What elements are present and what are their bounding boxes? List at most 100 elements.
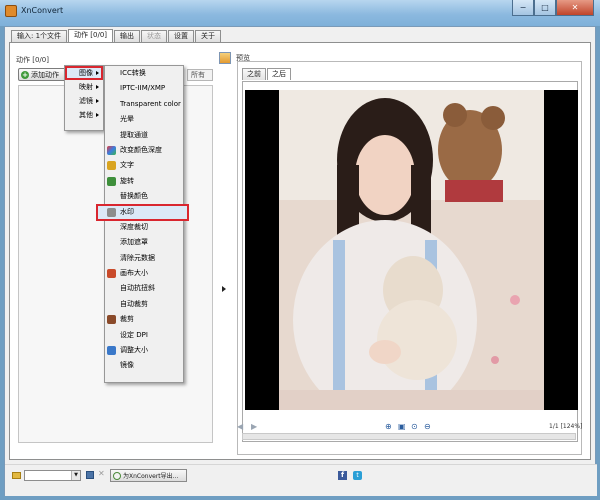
submenu-item[interactable]: 镜像 bbox=[105, 358, 183, 373]
submenu-item[interactable]: 添加遮罩 bbox=[105, 235, 183, 250]
submenu-item[interactable]: 文字 bbox=[105, 158, 183, 173]
menu-item-filter[interactable]: 滤镜 bbox=[65, 94, 103, 108]
submenu-item-label: 自动抗扭斜 bbox=[120, 284, 155, 293]
export-button[interactable]: 为XnConvert导出... bbox=[110, 469, 187, 482]
submenu-item[interactable]: 替换颜色 bbox=[105, 189, 183, 204]
submenu-item-label: Transparent color bbox=[120, 99, 181, 108]
menu-item-label: 滤镜 bbox=[79, 97, 93, 105]
preview-tabs: 之前 之后 bbox=[242, 68, 292, 80]
submenu-arrow-icon bbox=[96, 71, 99, 75]
zoom-in-icon[interactable]: ⊕ bbox=[385, 422, 392, 431]
app-icon bbox=[5, 5, 17, 17]
tab-before[interactable]: 之前 bbox=[242, 68, 266, 80]
add-action-button[interactable]: + 添加动作 bbox=[18, 68, 70, 81]
add-action-menu: 图像 映射 滤镜 其他 bbox=[64, 65, 104, 131]
watermark-icon bbox=[107, 207, 116, 217]
menu-item-label: 图像 bbox=[79, 69, 93, 77]
tab-after[interactable]: 之后 bbox=[267, 68, 291, 80]
maximize-icon: □ bbox=[541, 3, 549, 12]
maximize-button[interactable]: □ bbox=[534, 0, 556, 16]
facebook-icon[interactable]: f bbox=[338, 471, 347, 480]
submenu-item-label: 调整大小 bbox=[120, 346, 148, 355]
crop-icon bbox=[107, 315, 116, 325]
text-icon bbox=[107, 161, 116, 171]
tab-output[interactable]: 输出 bbox=[114, 30, 140, 42]
submenu-item[interactable]: 提取通道 bbox=[105, 128, 183, 143]
submenu-item-label: ICC转换 bbox=[120, 69, 146, 77]
submenu-item-label: 旋转 bbox=[120, 176, 134, 185]
close-icon: ✕ bbox=[571, 3, 579, 12]
submenu-item[interactable]: 深度裁切 bbox=[105, 220, 183, 235]
submenu-item[interactable]: ICC转换 bbox=[105, 66, 183, 81]
submenu-item-label: 添加遮罩 bbox=[120, 238, 148, 247]
submenu-item[interactable]: 裁剪 bbox=[105, 312, 183, 327]
preview-toggle-icon[interactable] bbox=[219, 52, 231, 64]
preview-image bbox=[245, 90, 578, 420]
minimize-button[interactable]: − bbox=[512, 0, 534, 16]
submenu-item[interactable]: 设定 DPI bbox=[105, 328, 183, 343]
submenu-item-label: 光晕 bbox=[120, 115, 134, 124]
submenu-item[interactable]: 清除元数据 bbox=[105, 251, 183, 266]
window-controls: − □ ✕ bbox=[512, 0, 594, 16]
submenu-item-label: 裁剪 bbox=[120, 315, 134, 324]
previous-icon[interactable]: ◀ bbox=[237, 422, 243, 431]
actions-section-label: 动作 [0/0] bbox=[16, 56, 49, 64]
submenu-item-label: 设定 DPI bbox=[120, 330, 148, 339]
twitter-icon[interactable]: t bbox=[353, 471, 362, 480]
submenu-item[interactable]: 调整大小 bbox=[105, 343, 183, 358]
save-preset-icon[interactable] bbox=[86, 471, 94, 479]
submenu-item-label: 改变颜色深度 bbox=[120, 145, 162, 154]
add-icon: + bbox=[21, 70, 29, 79]
submenu-item[interactable]: 改变颜色深度 bbox=[105, 143, 183, 158]
preview-scrollbar[interactable] bbox=[242, 433, 576, 440]
zoom-out-icon[interactable]: ⊖ bbox=[424, 422, 431, 431]
preset-select[interactable]: ▼ bbox=[24, 470, 81, 481]
submenu-arrow-icon bbox=[96, 113, 99, 117]
submenu-item[interactable]: 光晕 bbox=[105, 112, 183, 127]
title-bar: XnConvert − □ ✕ bbox=[0, 0, 600, 26]
rotate-icon bbox=[107, 176, 116, 186]
submenu-item-label: 自动裁剪 bbox=[120, 299, 148, 308]
bottom-bar bbox=[5, 464, 597, 496]
submenu-item[interactable]: IPTC-IIM/XMP bbox=[105, 81, 183, 96]
resize-icon bbox=[107, 346, 116, 356]
window-title: XnConvert bbox=[21, 6, 64, 15]
fit-to-window-icon[interactable]: ▣ bbox=[398, 422, 406, 431]
close-button[interactable]: ✕ bbox=[556, 0, 594, 16]
submenu-item[interactable]: 自动抗扭斜 bbox=[105, 281, 183, 296]
tab-status[interactable]: 状态 bbox=[141, 30, 167, 42]
next-icon[interactable]: ▶ bbox=[251, 422, 257, 431]
submenu-item-label: 镜像 bbox=[120, 361, 134, 370]
submenu-item-label: 替换颜色 bbox=[120, 192, 148, 201]
minimize-icon: − bbox=[519, 3, 527, 12]
splitter-arrow-icon[interactable] bbox=[222, 286, 226, 292]
tab-about[interactable]: 关于 bbox=[195, 30, 221, 42]
submenu-item[interactable]: 旋转 bbox=[105, 174, 183, 189]
zoom-actual-icon[interactable]: ⊙ bbox=[411, 422, 418, 431]
submenu-item[interactable]: 水印 bbox=[96, 203, 189, 221]
add-action-label: 添加动作 bbox=[31, 70, 59, 79]
photo-illustration bbox=[279, 90, 544, 420]
clear-all-button[interactable]: 所有 bbox=[187, 69, 213, 81]
menu-item-label: 映射 bbox=[79, 83, 93, 91]
submenu-arrow-icon bbox=[96, 85, 99, 89]
submenu-item[interactable]: Transparent color bbox=[105, 97, 183, 112]
submenu-item-label: 深度裁切 bbox=[120, 222, 148, 231]
submenu-item-label: 清除元数据 bbox=[120, 253, 155, 262]
color-depth-icon bbox=[107, 145, 116, 155]
canvas-size-icon bbox=[107, 269, 116, 279]
menu-item-map[interactable]: 映射 bbox=[65, 80, 103, 94]
submenu-item[interactable]: 画布大小 bbox=[105, 266, 183, 281]
tab-actions[interactable]: 动作 [0/0] bbox=[68, 29, 113, 42]
zoom-readout: 1/1 [124%] bbox=[549, 423, 583, 430]
tab-settings[interactable]: 设置 bbox=[168, 30, 194, 42]
menu-item-other[interactable]: 其他 bbox=[65, 108, 103, 122]
submenu-item[interactable]: 自动裁剪 bbox=[105, 297, 183, 312]
export-icon bbox=[113, 471, 121, 480]
open-folder-icon[interactable] bbox=[12, 472, 21, 479]
submenu-item-label: 水印 bbox=[120, 207, 134, 216]
submenu-item-label: 提取通道 bbox=[120, 130, 148, 139]
tab-input[interactable]: 输入: 1个文件 bbox=[11, 30, 68, 42]
menu-item-image[interactable]: 图像 bbox=[65, 66, 103, 80]
delete-preset-icon[interactable]: ✕ bbox=[98, 469, 105, 478]
